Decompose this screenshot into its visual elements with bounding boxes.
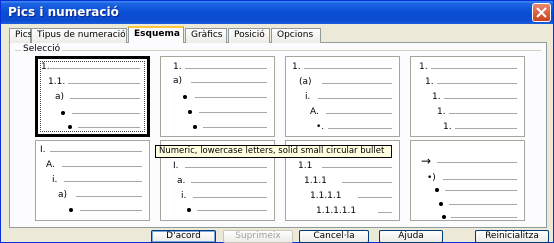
scheme-level-label: a) [58, 190, 68, 200]
scheme-level-label: 1. [419, 62, 428, 72]
scheme-option-2[interactable]: 1. a) [160, 56, 275, 137]
scheme-tooltip: Numeric, lowercase letters, solid small … [155, 145, 392, 158]
scheme-level-label: i. [52, 175, 58, 185]
scheme-level-label: I. [40, 145, 46, 155]
selection-group-label: Selecció [21, 44, 63, 54]
scheme-option-5[interactable]: I. A. i. a) [35, 140, 150, 221]
selection-group-border [15, 50, 541, 51]
tab-graphics[interactable]: Gràfics [185, 28, 227, 43]
scheme-level-label: i. [305, 92, 311, 102]
scheme-level-label: •. [316, 122, 325, 132]
scheme-level-label: i. [181, 191, 187, 201]
bullet-icon [68, 125, 72, 129]
bullet-icon [188, 110, 192, 114]
arrow-bullet-icon: → [421, 154, 432, 168]
title-bar[interactable]: Pics i numeració [1, 1, 553, 24]
scheme-level-label: 1.1.1.1 [310, 191, 342, 201]
bullet-icon [187, 208, 191, 212]
scheme-level-label: a. [177, 176, 186, 186]
cancel-button[interactable]: Cancel·la [299, 230, 369, 243]
scheme-option-1[interactable]: 1. 1.1. a) [35, 56, 150, 137]
close-icon [536, 7, 547, 18]
tab-options[interactable]: Opcions [271, 28, 321, 43]
scheme-option-4[interactable]: 1. 1. 1. 1. 1. [410, 56, 525, 137]
scheme-level-label: 1. [292, 62, 301, 72]
scheme-option-8[interactable]: → •) [410, 140, 525, 221]
bullet-icon [69, 208, 73, 212]
bullet-icon [61, 111, 65, 115]
help-button[interactable]: Ajuda [379, 230, 443, 243]
scheme-level-label: (a) [299, 77, 312, 87]
bullets-numbering-dialog: Pics i numeració Pics Tipus de numeració… [0, 0, 554, 243]
scheme-level-label: I. [173, 161, 179, 171]
scheme-level-label: 1. [41, 62, 50, 72]
scheme-level-label: a) [55, 92, 65, 102]
scheme-level-label: 1. [425, 77, 434, 87]
scheme-level-label: 1. [432, 92, 441, 102]
tab-bullets[interactable]: Pics [9, 28, 32, 43]
bullet-icon [183, 95, 187, 99]
scheme-level-label: 1.1.1 [304, 176, 327, 186]
window-title: Pics i numeració [8, 5, 119, 19]
remove-button[interactable]: Suprimeix [223, 230, 293, 243]
ok-button[interactable]: D'acord [151, 230, 216, 243]
bullet-icon [442, 215, 446, 219]
tab-outline[interactable]: Esquema [128, 26, 184, 43]
bullet-icon [193, 125, 197, 129]
scheme-level-label: A. [46, 160, 55, 170]
close-button[interactable] [532, 3, 551, 22]
bullet-icon [435, 188, 439, 192]
scheme-level-label: a) [173, 76, 183, 86]
scheme-level-label: •) [427, 173, 436, 183]
scheme-level-label: 1. [437, 107, 446, 117]
scheme-level-label: 1.1. [48, 77, 66, 87]
scheme-level-label: 1. [443, 122, 452, 132]
reset-button[interactable]: Reinicialitza [475, 230, 549, 243]
scheme-level-label: 1. [173, 62, 182, 72]
tab-numbering-type[interactable]: Tipus de numeració [31, 28, 127, 43]
bullet-icon [439, 202, 443, 206]
scheme-level-label: 1.1 [298, 161, 313, 171]
scheme-option-3[interactable]: 1. (a) i. A. •. [285, 56, 400, 137]
scheme-level-label: A. [310, 107, 319, 117]
scheme-level-label: 1.1.1.1.1 [316, 206, 357, 216]
tab-position[interactable]: Posició [228, 28, 270, 43]
